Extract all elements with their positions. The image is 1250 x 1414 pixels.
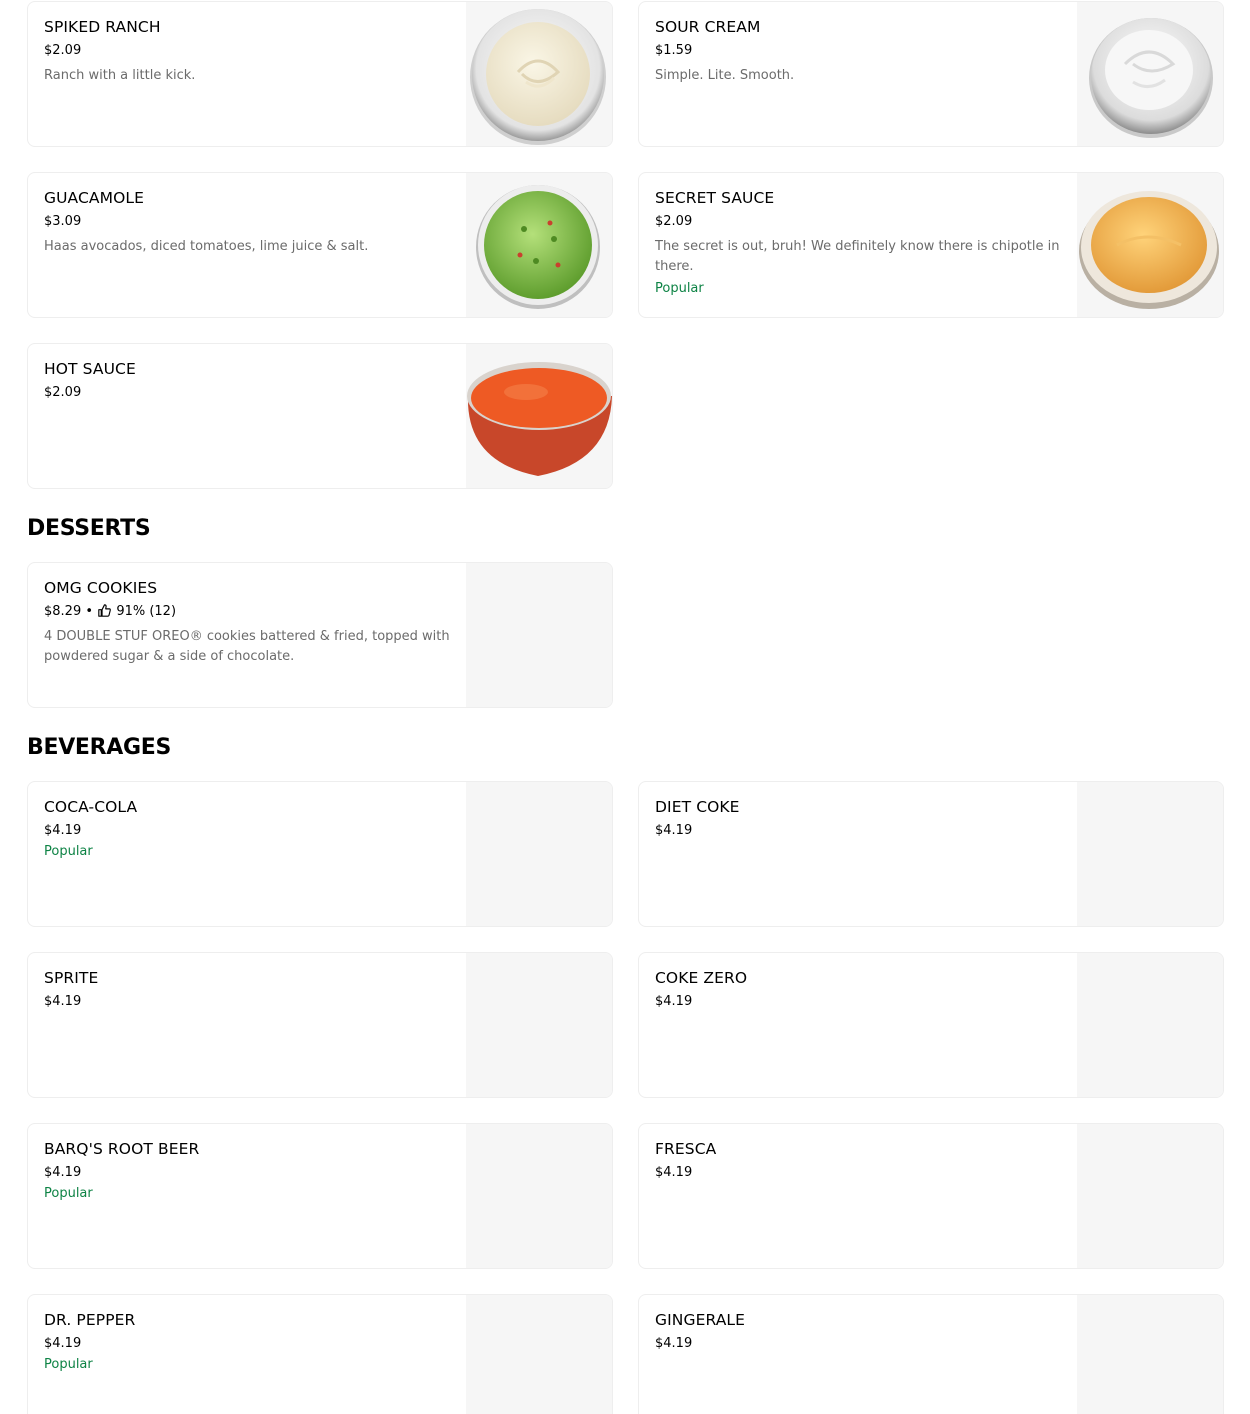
menu-item-fresca[interactable]: FRESCA $4.19 xyxy=(638,1123,1224,1269)
item-price: $8.29 xyxy=(44,604,82,619)
menu-item-coke-zero[interactable]: COKE ZERO $4.19 xyxy=(638,952,1224,1098)
popular-badge: Popular xyxy=(655,281,704,296)
item-name: GINGERALE xyxy=(655,1311,746,1329)
menu-item-barqs-root-beer[interactable]: BARQ'S ROOT BEER $4.19 Popular xyxy=(27,1123,613,1269)
popular-badge: Popular xyxy=(44,1357,93,1372)
menu-item-spiked-ranch[interactable]: SPIKED RANCH $2.09 Ranch with a little k… xyxy=(27,1,613,147)
item-image-secret-sauce xyxy=(1077,173,1223,317)
item-description: 4 DOUBLE STUF OREO® cookies battered & f… xyxy=(44,629,450,664)
item-price: $1.59 xyxy=(655,43,693,58)
item-price: $4.19 xyxy=(655,1165,693,1180)
item-price: $2.09 xyxy=(655,214,693,229)
item-description: Simple. Lite. Smooth. xyxy=(655,68,795,83)
item-price: $4.19 xyxy=(655,823,693,838)
item-price: $4.19 xyxy=(44,823,82,838)
item-image-placeholder xyxy=(466,1124,612,1268)
item-name: OMG COOKIES xyxy=(44,579,158,597)
thumbs-up-icon xyxy=(98,604,112,617)
item-price: $2.09 xyxy=(44,385,82,400)
item-name: COKE ZERO xyxy=(655,969,748,987)
separator-dot: • xyxy=(85,604,94,619)
item-price: $4.19 xyxy=(44,1336,82,1351)
menu-item-secret-sauce[interactable]: SECRET SAUCE $2.09 The secret is out, br… xyxy=(638,172,1224,318)
item-image-guacamole xyxy=(466,173,612,317)
menu-item-sour-cream[interactable]: SOUR CREAM $1.59 Simple. Lite. Smooth. xyxy=(638,1,1224,147)
section-title-beverages: BEVERAGES xyxy=(27,735,172,760)
popular-badge: Popular xyxy=(44,1186,93,1201)
item-price: $4.19 xyxy=(655,1336,693,1351)
menu-item-coca-cola[interactable]: COCA-COLA $4.19 Popular xyxy=(27,781,613,927)
item-image-hot-sauce xyxy=(466,344,612,488)
menu-item-gingerale[interactable]: GINGERALE $4.19 xyxy=(638,1294,1224,1414)
menu-item-guacamole[interactable]: GUACAMOLE $3.09 Haas avocados, diced tom… xyxy=(27,172,613,318)
item-image-placeholder xyxy=(466,782,612,926)
item-image-placeholder xyxy=(1077,953,1223,1097)
item-name: HOT SAUCE xyxy=(44,360,136,378)
item-image-placeholder xyxy=(1077,1295,1223,1414)
menu-item-hot-sauce[interactable]: HOT SAUCE $2.09 xyxy=(27,343,613,489)
item-name: COCA-COLA xyxy=(44,798,138,816)
item-price: $2.09 xyxy=(44,43,82,58)
item-image-placeholder xyxy=(466,563,612,707)
item-name: FRESCA xyxy=(655,1140,717,1158)
item-price: $3.09 xyxy=(44,214,82,229)
menu-item-dr-pepper[interactable]: DR. PEPPER $4.19 Popular xyxy=(27,1294,613,1414)
section-title-desserts: DESSERTS xyxy=(27,516,151,541)
item-price-rating: $8.29 • 91% (12) xyxy=(44,603,454,621)
item-rating: 91% (12) xyxy=(116,604,177,619)
item-image-placeholder xyxy=(466,1295,612,1414)
menu-item-sprite[interactable]: SPRITE $4.19 xyxy=(27,952,613,1098)
item-image-placeholder xyxy=(1077,1124,1223,1268)
item-name: SPIKED RANCH xyxy=(44,18,161,36)
item-name: SPRITE xyxy=(44,969,99,987)
item-description: Haas avocados, diced tomatoes, lime juic… xyxy=(44,239,369,254)
item-name: DR. PEPPER xyxy=(44,1311,136,1329)
item-name: SECRET SAUCE xyxy=(655,189,775,207)
item-image-placeholder xyxy=(466,953,612,1097)
item-name: DIET COKE xyxy=(655,798,740,816)
item-image-ranch xyxy=(466,2,612,146)
item-name: BARQ'S ROOT BEER xyxy=(44,1140,200,1158)
item-description: Ranch with a little kick. xyxy=(44,68,196,83)
item-image-sour-cream xyxy=(1077,2,1223,146)
popular-badge: Popular xyxy=(44,844,93,859)
item-name: GUACAMOLE xyxy=(44,189,145,207)
item-description: The secret is out, bruh! We definitely k… xyxy=(655,239,1060,274)
item-price: $4.19 xyxy=(655,994,693,1009)
menu-item-omg-cookies[interactable]: OMG COOKIES $8.29 • 91% (12) 4 DOUBLE ST… xyxy=(27,562,613,708)
item-price: $4.19 xyxy=(44,994,82,1009)
item-name: SOUR CREAM xyxy=(655,18,761,36)
menu-item-diet-coke[interactable]: DIET COKE $4.19 xyxy=(638,781,1224,927)
item-price: $4.19 xyxy=(44,1165,82,1180)
item-image-placeholder xyxy=(1077,782,1223,926)
